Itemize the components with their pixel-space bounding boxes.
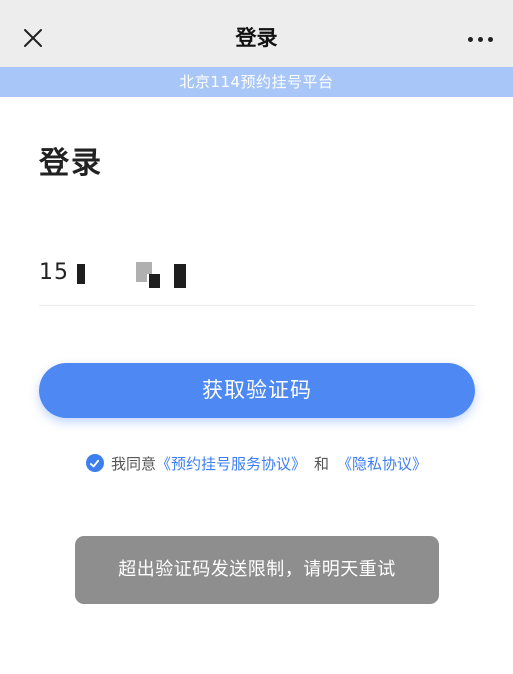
terms-link[interactable]: 《预约挂号服务协议》 bbox=[156, 453, 306, 474]
agree-and-text: 和 bbox=[314, 454, 330, 473]
phone-redaction-mask bbox=[136, 262, 152, 274]
phone-redaction-mask bbox=[174, 264, 186, 288]
agree-prefix: 我同意 bbox=[110, 454, 156, 473]
agree-checkbox[interactable] bbox=[85, 454, 104, 472]
more-horizontal-icon bbox=[467, 36, 473, 42]
close-button[interactable] bbox=[14, 19, 52, 57]
more-horizontal-icon bbox=[477, 36, 483, 42]
agreement-row: 我同意 《预约挂号服务协议》 和 《隐私协议》 bbox=[0, 451, 513, 475]
phone-redaction-mask bbox=[77, 264, 85, 284]
phone-redaction-mask bbox=[149, 274, 160, 288]
get-code-button[interactable]: 获取验证码 bbox=[39, 363, 475, 418]
close-icon bbox=[24, 29, 42, 47]
phone-redaction-mask bbox=[136, 274, 147, 282]
phone-input[interactable]: 15 bbox=[39, 246, 475, 306]
privacy-link[interactable]: 《隐私协议》 bbox=[337, 453, 427, 474]
more-horizontal-icon bbox=[487, 36, 493, 42]
login-heading: 登录 bbox=[39, 146, 103, 181]
more-button[interactable] bbox=[461, 22, 499, 56]
page-title: 登录 bbox=[235, 26, 278, 50]
platform-banner: 北京114预约挂号平台 bbox=[0, 67, 513, 97]
login-page: 登录 北京114预约挂号平台 登录 15 获取验证码 我同意 《预约挂号服务协议… bbox=[0, 0, 513, 674]
phone-number-prefix: 15 bbox=[39, 260, 69, 285]
title-bar: 登录 bbox=[0, 0, 513, 67]
toast-message: 超出验证码发送限制，请明天重试 bbox=[75, 536, 439, 604]
check-icon bbox=[90, 459, 100, 467]
